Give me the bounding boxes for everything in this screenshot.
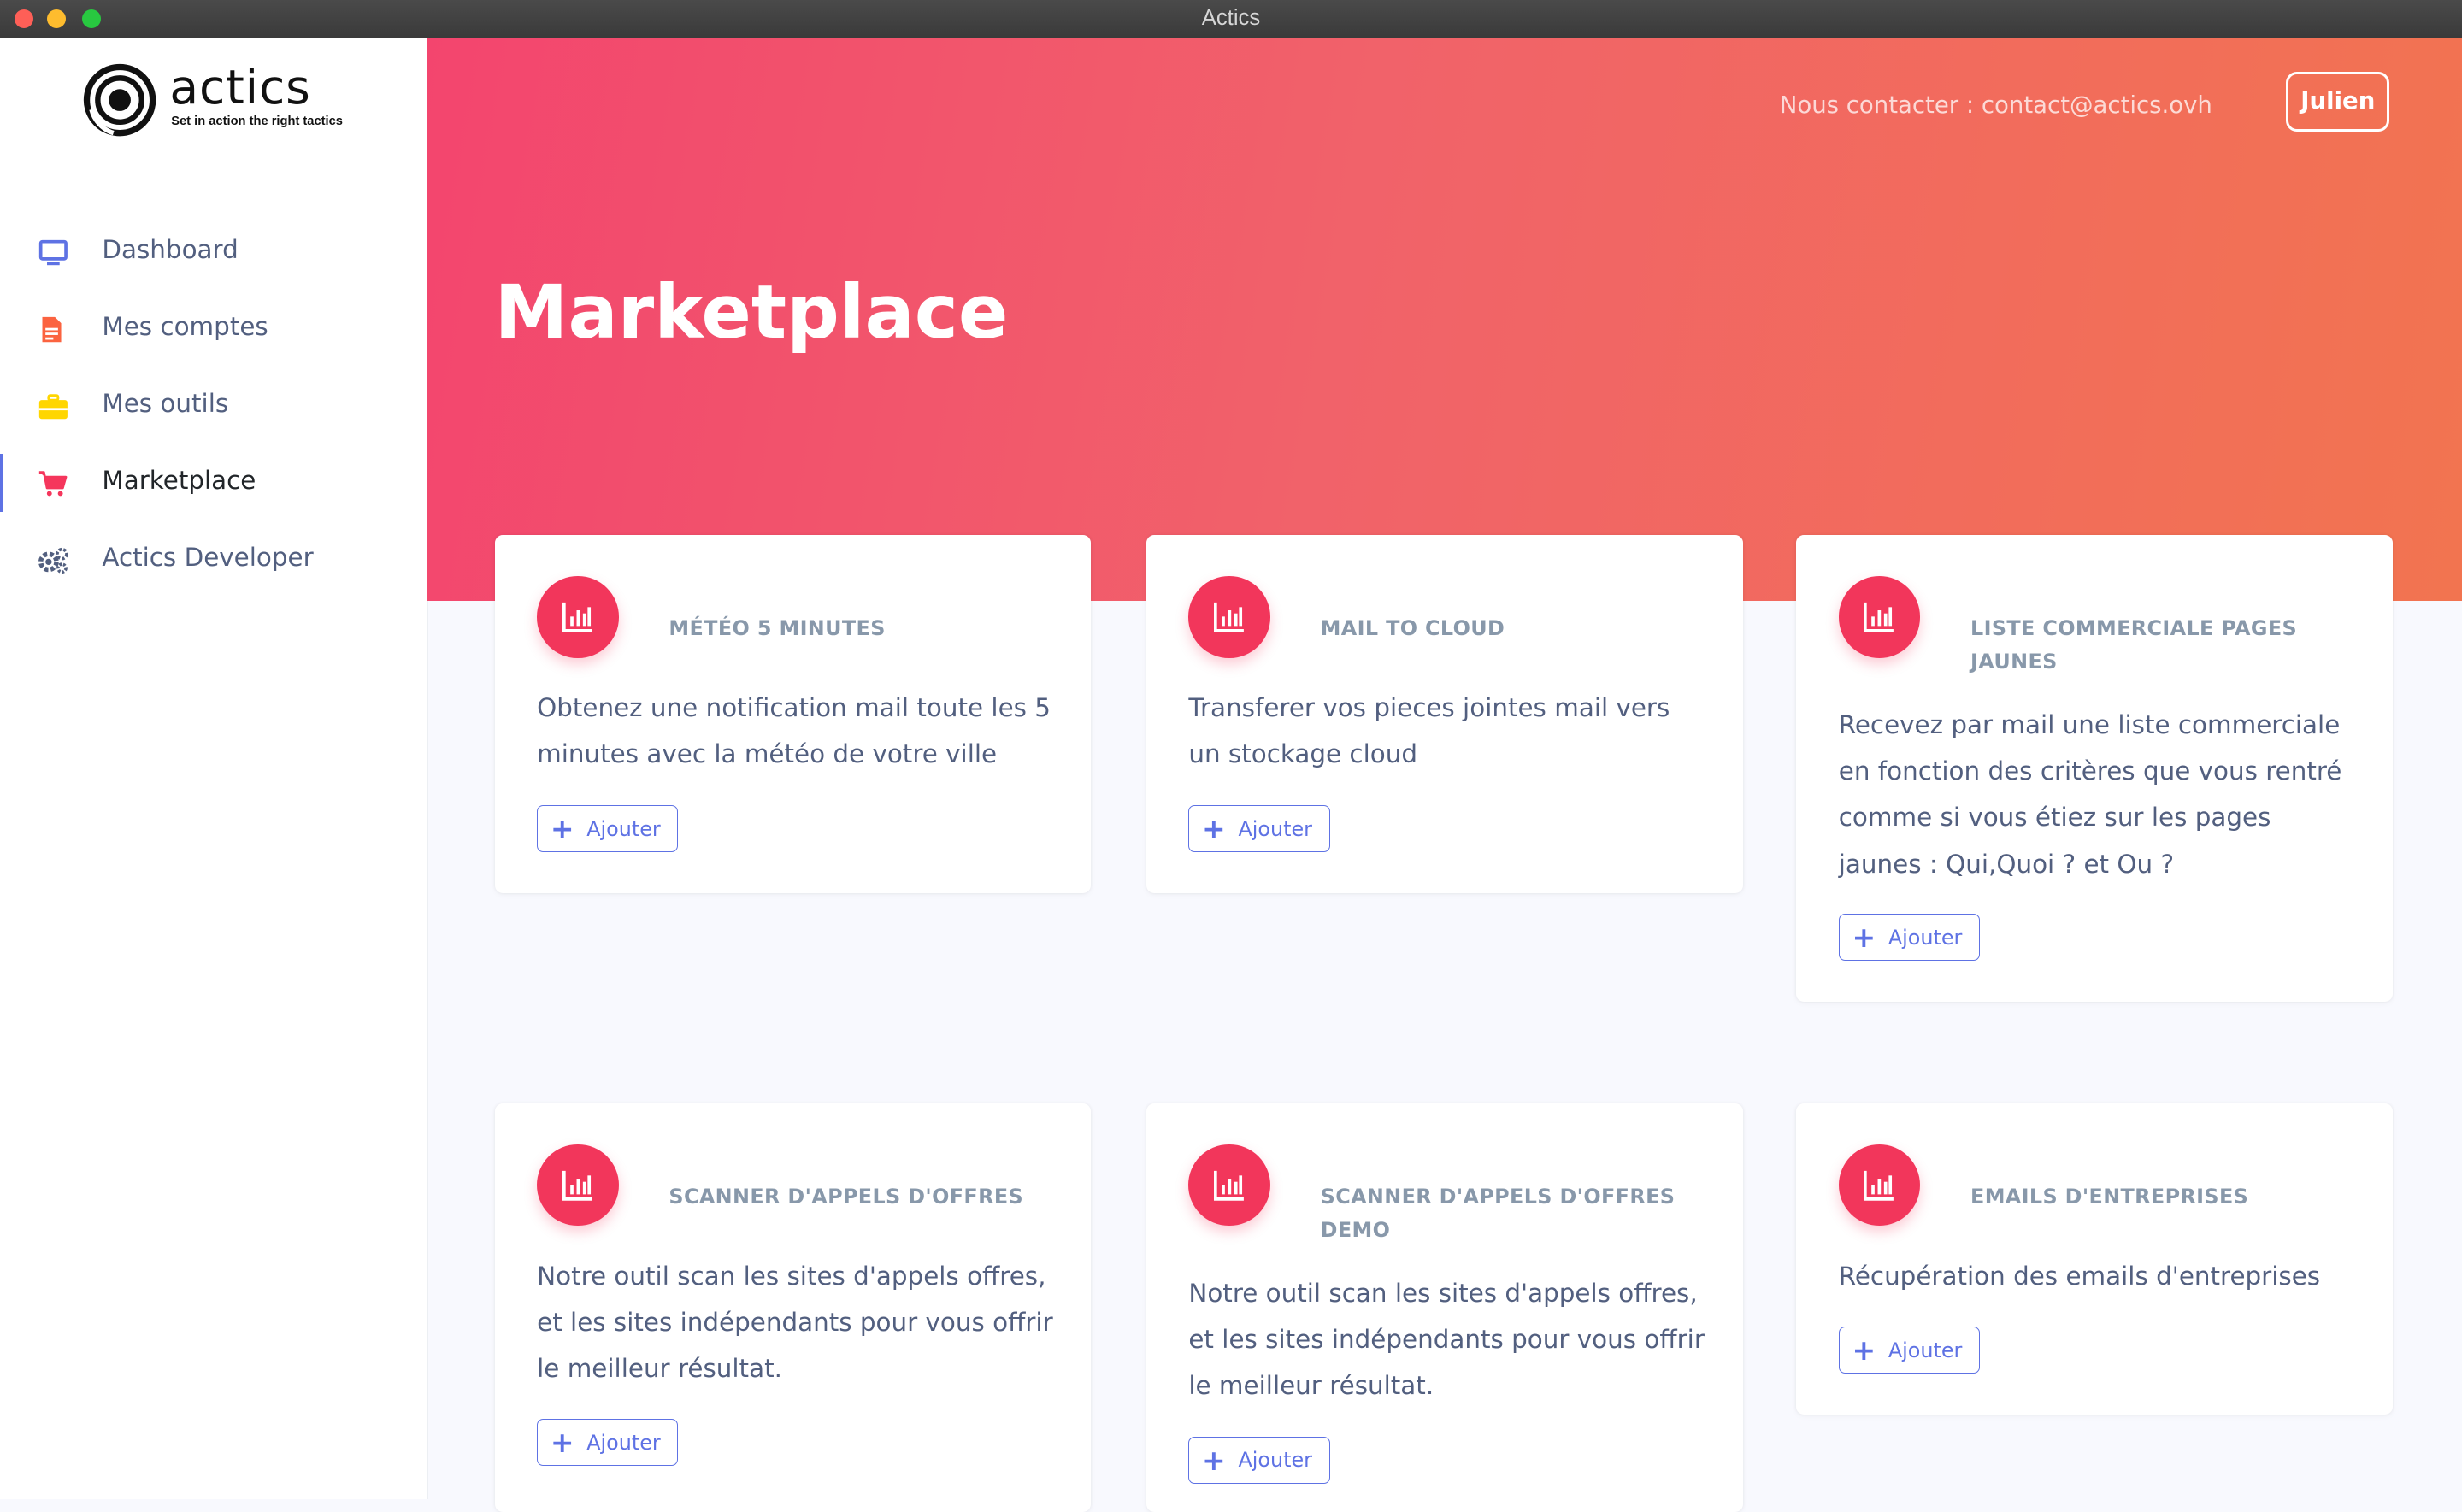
sidebar-item-actics-developer[interactable]: Actics Developer — [0, 521, 427, 598]
bar-chart-icon — [1864, 603, 1894, 633]
sidebar-item-label: Dashboard — [102, 235, 239, 265]
plus-icon: + — [1852, 920, 1876, 954]
add-button-label: Ajouter — [1238, 816, 1312, 841]
contact-link[interactable]: Nous contacter : contact@actics.ovh — [1780, 91, 2212, 119]
page-title: Marketplace — [494, 269, 1009, 356]
card-title: EMAILS D'ENTREPRISES — [1970, 1185, 2249, 1209]
user-menu-button[interactable]: Julien — [2286, 72, 2390, 132]
tool-card: MAIL TO CLOUD Transferer vos pieces join… — [1146, 535, 1743, 894]
tool-card: SCANNER D'APPELS D'OFFRES Notre outil sc… — [494, 1103, 1092, 1512]
card-description: Notre outil scan les sites d'appels offr… — [537, 1261, 1053, 1384]
bar-chart-icon — [562, 603, 592, 633]
card-description: Transferer vos pieces jointes mail vers … — [1188, 692, 1670, 768]
gears-icon — [38, 547, 68, 574]
window-title: Actics — [1201, 6, 1261, 31]
card-description: Notre outil scan les sites d'appels offr… — [1188, 1278, 1705, 1401]
bar-chart-icon — [562, 1171, 592, 1202]
card-icon-circle — [1188, 576, 1270, 658]
sidebar-item-label: Mes outils — [102, 389, 229, 419]
sidebar-item-mes-comptes[interactable]: Mes comptes — [0, 291, 427, 368]
sidebar-item-label: Marketplace — [102, 466, 256, 496]
card-title: SCANNER D'APPELS D'OFFRES — [669, 1185, 1024, 1209]
sidebar-item-label: Mes comptes — [102, 312, 268, 342]
card-icon-circle — [1838, 1144, 1921, 1227]
card-icon-circle — [1838, 576, 1921, 658]
brand-name: actics — [169, 59, 311, 115]
toolbox-icon — [38, 394, 68, 420]
page-header: Nous contacter : contact@actics.ovh Juli… — [427, 38, 2462, 602]
card-title: MAIL TO CLOUD — [1320, 616, 1505, 641]
window-titlebar: Actics — [0, 0, 2462, 39]
card-description: Obtenez une notification mail toute les … — [537, 692, 1051, 768]
card-title: LISTE COMMERCIALE PAGES JAUNES — [1970, 616, 2298, 674]
sidebar-item-label: Actics Developer — [102, 543, 314, 573]
sidebar: actics Set in action the right tactics D… — [0, 38, 428, 1500]
add-button-label: Ajouter — [586, 816, 661, 841]
document-icon — [42, 316, 62, 343]
brand-tagline: Set in action the right tactics — [171, 115, 343, 129]
add-button-label: Ajouter — [1238, 1448, 1312, 1473]
plus-icon: + — [1202, 1443, 1226, 1477]
card-title: MÉTÉO 5 MINUTES — [669, 616, 886, 641]
sidebar-item-mes-outils[interactable]: Mes outils — [0, 368, 427, 444]
bar-chart-icon — [1213, 603, 1244, 633]
bar-chart-icon — [1864, 1171, 1894, 1202]
monitor-icon — [38, 239, 68, 266]
card-icon-circle — [1188, 1144, 1270, 1227]
tool-card: EMAILS D'ENTREPRISES Récupération des em… — [1796, 1103, 2394, 1415]
card-title: SCANNER D'APPELS D'OFFRES DEMO — [1320, 1185, 1676, 1242]
actics-logo-icon — [83, 64, 156, 137]
sidebar-nav: Dashboard Mes comptes Mes outils Marketp… — [0, 214, 427, 598]
sidebar-item-marketplace[interactable]: Marketplace — [0, 444, 427, 521]
tool-card: LISTE COMMERCIALE PAGES JAUNES Recevez p… — [1796, 535, 2394, 1002]
sidebar-item-dashboard[interactable]: Dashboard — [0, 214, 427, 291]
tool-card: SCANNER D'APPELS D'OFFRES DEMO Notre out… — [1146, 1103, 1743, 1512]
add-tool-button[interactable]: + Ajouter — [537, 805, 679, 853]
add-tool-button[interactable]: + Ajouter — [1838, 913, 1981, 962]
plus-icon: + — [550, 812, 574, 846]
cart-icon — [38, 471, 68, 497]
add-tool-button[interactable]: + Ajouter — [537, 1419, 679, 1467]
brand-logo[interactable]: actics Set in action the right tactics — [82, 59, 365, 138]
add-tool-button[interactable]: + Ajouter — [1838, 1326, 1981, 1374]
add-tool-button[interactable]: + Ajouter — [1188, 805, 1330, 853]
card-description: Recevez par mail une liste commerciale e… — [1838, 710, 2342, 879]
plus-icon: + — [1202, 812, 1226, 846]
card-icon-circle — [537, 1144, 619, 1227]
add-button-label: Ajouter — [1888, 1338, 1963, 1362]
plus-icon: + — [1852, 1333, 1876, 1367]
card-icon-circle — [537, 576, 619, 658]
add-tool-button[interactable]: + Ajouter — [1188, 1436, 1330, 1484]
card-description: Récupération des emails d'entreprises — [1838, 1261, 2321, 1291]
tool-card: MÉTÉO 5 MINUTES Obtenez une notification… — [494, 535, 1092, 894]
add-button-label: Ajouter — [586, 1430, 661, 1455]
bar-chart-icon — [1213, 1171, 1244, 1202]
plus-icon: + — [550, 1426, 574, 1460]
add-button-label: Ajouter — [1888, 925, 1963, 950]
